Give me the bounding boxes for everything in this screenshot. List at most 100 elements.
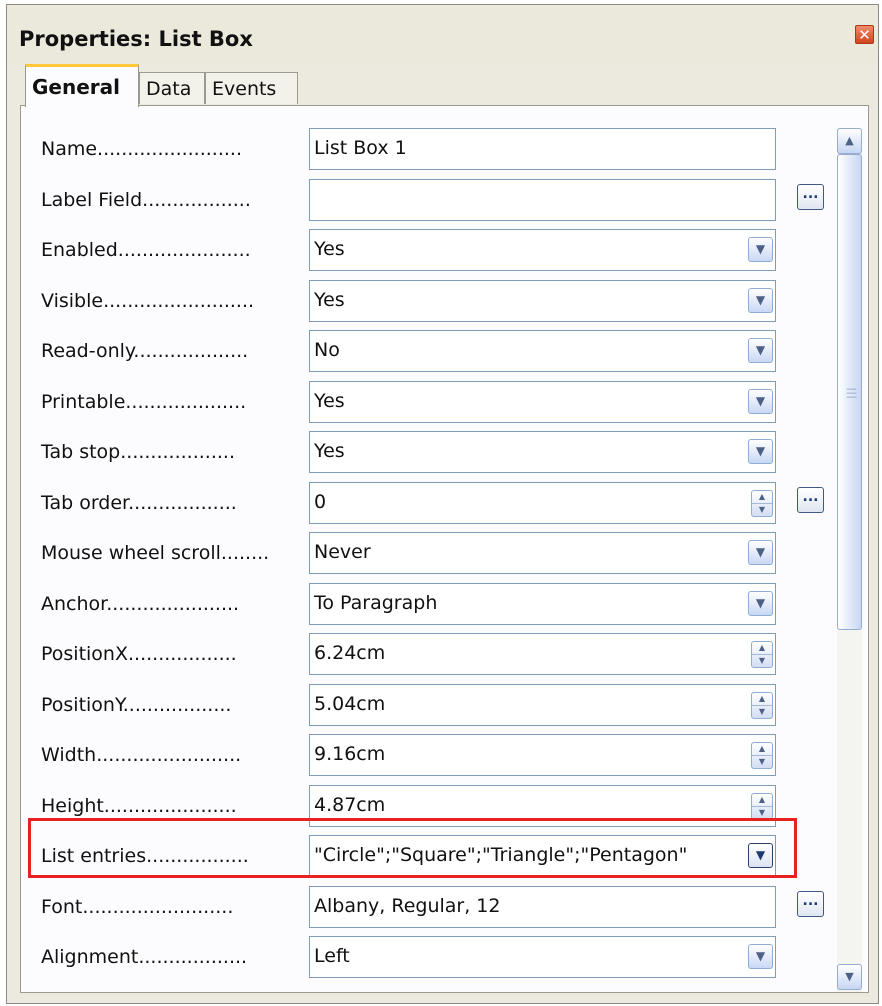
spin-button[interactable]: ▲ ▼ [751,792,773,820]
property-row: PositionX.................. 6.24cm ▲ ▼ [21,627,831,677]
property-value: "Circle";"Square";"Triangle";"Pentagon" [314,844,688,866]
arrow-up-icon[interactable]: ▲ [752,491,772,504]
spin-button[interactable]: ▲ ▼ [751,691,773,719]
property-label: Alignment.................. [41,946,248,968]
property-field[interactable]: Never ▼ [309,532,776,574]
ellipsis-button[interactable]: ... [797,183,824,210]
property-value: To Paragraph [314,591,438,614]
dropdown-button[interactable]: ▼ [748,287,773,313]
property-row: Mouse wheel scroll........ Never ▼ [21,526,831,576]
dropdown-button[interactable]: ▼ [748,388,773,414]
property-field[interactable]: Yes ▼ [309,431,776,473]
arrow-down-icon[interactable]: ▼ [752,655,772,667]
property-field[interactable] [309,178,776,221]
dropdown-button[interactable]: ▼ [748,944,773,969]
property-label: Enabled...................... [41,239,251,261]
property-label: List entries................. [41,845,249,867]
property-value: 0 [314,490,327,513]
property-field[interactable]: "Circle";"Square";"Triangle";"Pentagon" ▼ [309,835,776,877]
close-button[interactable]: ✕ [855,25,874,44]
arrow-down-icon[interactable]: ▼ [752,807,772,819]
arrow-down-icon[interactable]: ▼ [752,756,772,768]
vertical-scrollbar[interactable]: ▲ — — — ▼ [837,128,862,992]
property-field[interactable]: Albany, Regular, 12 [309,885,776,928]
property-field[interactable]: List Box 1 [309,128,776,170]
spin-button[interactable]: ▲ ▼ [751,641,773,668]
property-field[interactable]: 4.87cm ▲ ▼ [309,784,776,827]
property-label: Height...................... [41,794,237,817]
property-row: Anchor...................... To Paragraph… [21,577,831,627]
property-row: Enabled...................... Yes ▼ [21,223,831,273]
chevron-down-icon: ▼ [755,545,766,559]
property-value: Yes [314,440,345,462]
dropdown-button[interactable]: ▼ [748,590,773,616]
grip-icon: — — — [846,382,857,403]
ellipsis-button[interactable]: ... [797,486,824,513]
dialog-title: Properties: List Box [19,27,253,51]
property-field[interactable]: Yes ▼ [309,279,776,322]
general-panel: Name........................ List Box 1 La… [20,105,869,993]
chevron-down-icon: ▼ [755,393,766,408]
spin-button[interactable]: ▲ ▼ [751,742,773,769]
arrow-up-icon[interactable]: ▲ [752,743,772,756]
arrow-up-icon[interactable]: ▲ [752,693,772,706]
property-field[interactable]: 9.16cm ▲ ▼ [309,734,776,776]
dropdown-button[interactable]: ▼ [748,237,773,262]
property-field[interactable]: Left ▼ [309,936,776,978]
property-value: 5.04cm [314,692,386,715]
scroll-down-button[interactable]: ▼ [837,964,862,990]
title-bar: Properties: List Box ✕ [7,5,878,63]
ellipsis-icon: ... [802,892,819,909]
tab-general[interactable]: General [25,64,139,107]
property-row: Alignment.................. Left ▼ [21,930,831,980]
property-field[interactable]: To Paragraph ▼ [309,582,776,625]
property-label: Read-only................... [41,340,249,362]
property-value: Yes [314,288,345,311]
property-row: PositionY.................. 5.04cm ▲ ▼ [21,678,831,728]
properties-dialog: Properties: List Box ✕ General Data Even… [6,4,879,1004]
property-field[interactable]: No ▼ [309,330,776,372]
property-row: Font......................... Albany, Reg… [21,880,831,930]
property-row: Label Field..................... [21,173,831,223]
property-label: Label Field.................. [41,188,251,211]
chevron-down-icon: ▼ [755,242,766,256]
ellipsis-button[interactable]: ... [797,890,824,917]
property-field[interactable]: 5.04cm ▲ ▼ [309,683,776,726]
property-value: 9.16cm [314,743,386,765]
property-row: Name........................ List Box 1 [21,122,831,172]
property-row: Width........................ 9.16cm ▲ ▼ [21,728,831,778]
property-value: Never [314,541,371,563]
arrow-up-icon[interactable]: ▲ [752,794,772,807]
property-row: Visible......................... Yes ▼ [21,274,831,324]
property-value: 6.24cm [314,642,386,664]
property-value: 4.87cm [314,793,386,816]
property-field[interactable]: 6.24cm ▲ ▼ [309,633,776,675]
property-label: Name........................ [41,138,243,160]
dropdown-button[interactable]: ▼ [748,439,773,464]
spin-button[interactable]: ▲ ▼ [751,489,773,517]
dropdown-button[interactable]: ▼ [748,540,773,565]
tab-events[interactable]: Events [205,72,298,104]
property-field[interactable]: Yes ▼ [309,229,776,271]
arrow-up-icon[interactable]: ▲ [752,642,772,655]
scroll-thumb[interactable]: — — — [837,154,862,630]
property-field[interactable]: 0 ▲ ▼ [309,481,776,524]
dropdown-button[interactable]: ▼ [748,843,773,868]
property-row: Height...................... 4.87cm ▲ ▼ [21,779,831,829]
property-label: PositionY.................. [41,693,232,716]
property-value: Albany, Regular, 12 [314,894,501,917]
tab-data[interactable]: Data [139,72,205,104]
chevron-down-icon: ▼ [755,343,766,357]
dropdown-button[interactable]: ▼ [748,338,773,363]
scroll-up-button[interactable]: ▲ [837,128,862,154]
property-field[interactable]: Yes ▼ [309,380,776,423]
ellipsis-icon: ... [802,488,819,505]
chevron-down-icon: ▼ [845,970,854,983]
property-row: List entries................. "Circle";"S… [21,829,831,879]
chevron-down-icon: ▼ [755,848,766,862]
arrow-down-icon[interactable]: ▼ [752,706,772,718]
property-label: Tab stop................... [41,441,235,463]
chevron-down-icon: ▼ [755,292,766,307]
arrow-down-icon[interactable]: ▼ [752,504,772,516]
property-row: Printable.................... Yes ▼ [21,375,831,425]
